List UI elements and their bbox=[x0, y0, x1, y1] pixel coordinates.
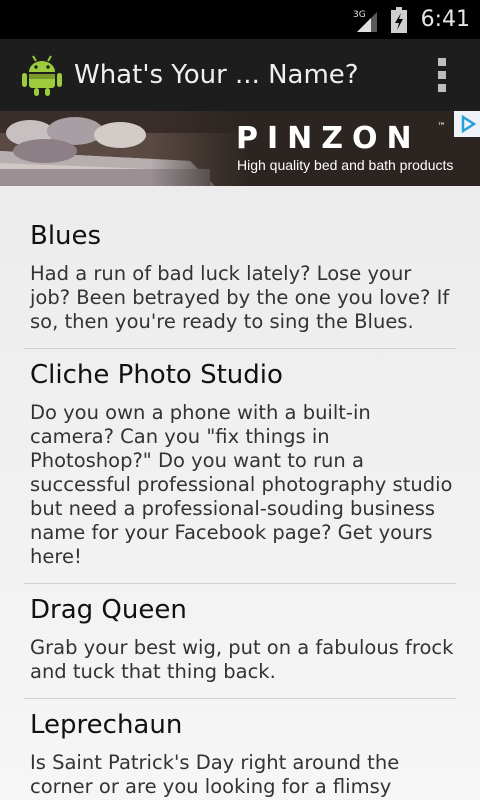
item-title: Cliche Photo Studio bbox=[30, 360, 283, 390]
item-title: Drag Queen bbox=[30, 595, 187, 625]
app-title: What's Your ... Name? bbox=[74, 60, 359, 90]
ad-banner[interactable]: PINZON ™ High quality bed and bath produ… bbox=[0, 111, 480, 186]
status-icons: 3G 6:41 bbox=[353, 0, 470, 39]
action-bar: What's Your ... Name? bbox=[0, 39, 480, 111]
name-category-list: Blues Had a run of bad luck lately? Lose… bbox=[0, 186, 480, 800]
android-app-icon[interactable] bbox=[22, 52, 62, 96]
ad-tagline: High quality bed and bath products bbox=[237, 157, 454, 173]
list-item-blues[interactable]: Blues Had a run of bad luck lately? Lose… bbox=[24, 186, 456, 349]
item-description: Is Saint Patrick's Day right around the … bbox=[30, 751, 400, 800]
adchoices-icon[interactable] bbox=[454, 111, 480, 137]
network-type-label: 3G bbox=[353, 10, 366, 20]
ad-trademark: ™ bbox=[437, 122, 446, 132]
list-item-leprechaun[interactable]: Leprechaun Is Saint Patrick's Day right … bbox=[24, 699, 456, 800]
ad-brand: PINZON bbox=[236, 121, 421, 156]
item-description: Grab your best wig, put on a fabulous fr… bbox=[30, 636, 454, 683]
battery-charging-icon bbox=[390, 6, 407, 33]
status-bar: 3G 6:41 bbox=[0, 0, 480, 39]
overflow-menu-icon[interactable] bbox=[438, 58, 446, 92]
list-item-cliche-photo-studio[interactable]: Cliche Photo Studio Do you own a phone w… bbox=[24, 349, 456, 584]
list-item-drag-queen[interactable]: Drag Queen Grab your best wig, put on a … bbox=[24, 584, 456, 699]
signal-3g-icon: 3G bbox=[353, 10, 377, 32]
item-description: Had a run of bad luck lately? Lose your … bbox=[30, 262, 450, 333]
status-time: 6:41 bbox=[420, 7, 470, 32]
item-title: Blues bbox=[30, 221, 102, 251]
item-description: Do you own a phone with a built-in camer… bbox=[30, 401, 453, 568]
item-title: Leprechaun bbox=[30, 710, 183, 740]
